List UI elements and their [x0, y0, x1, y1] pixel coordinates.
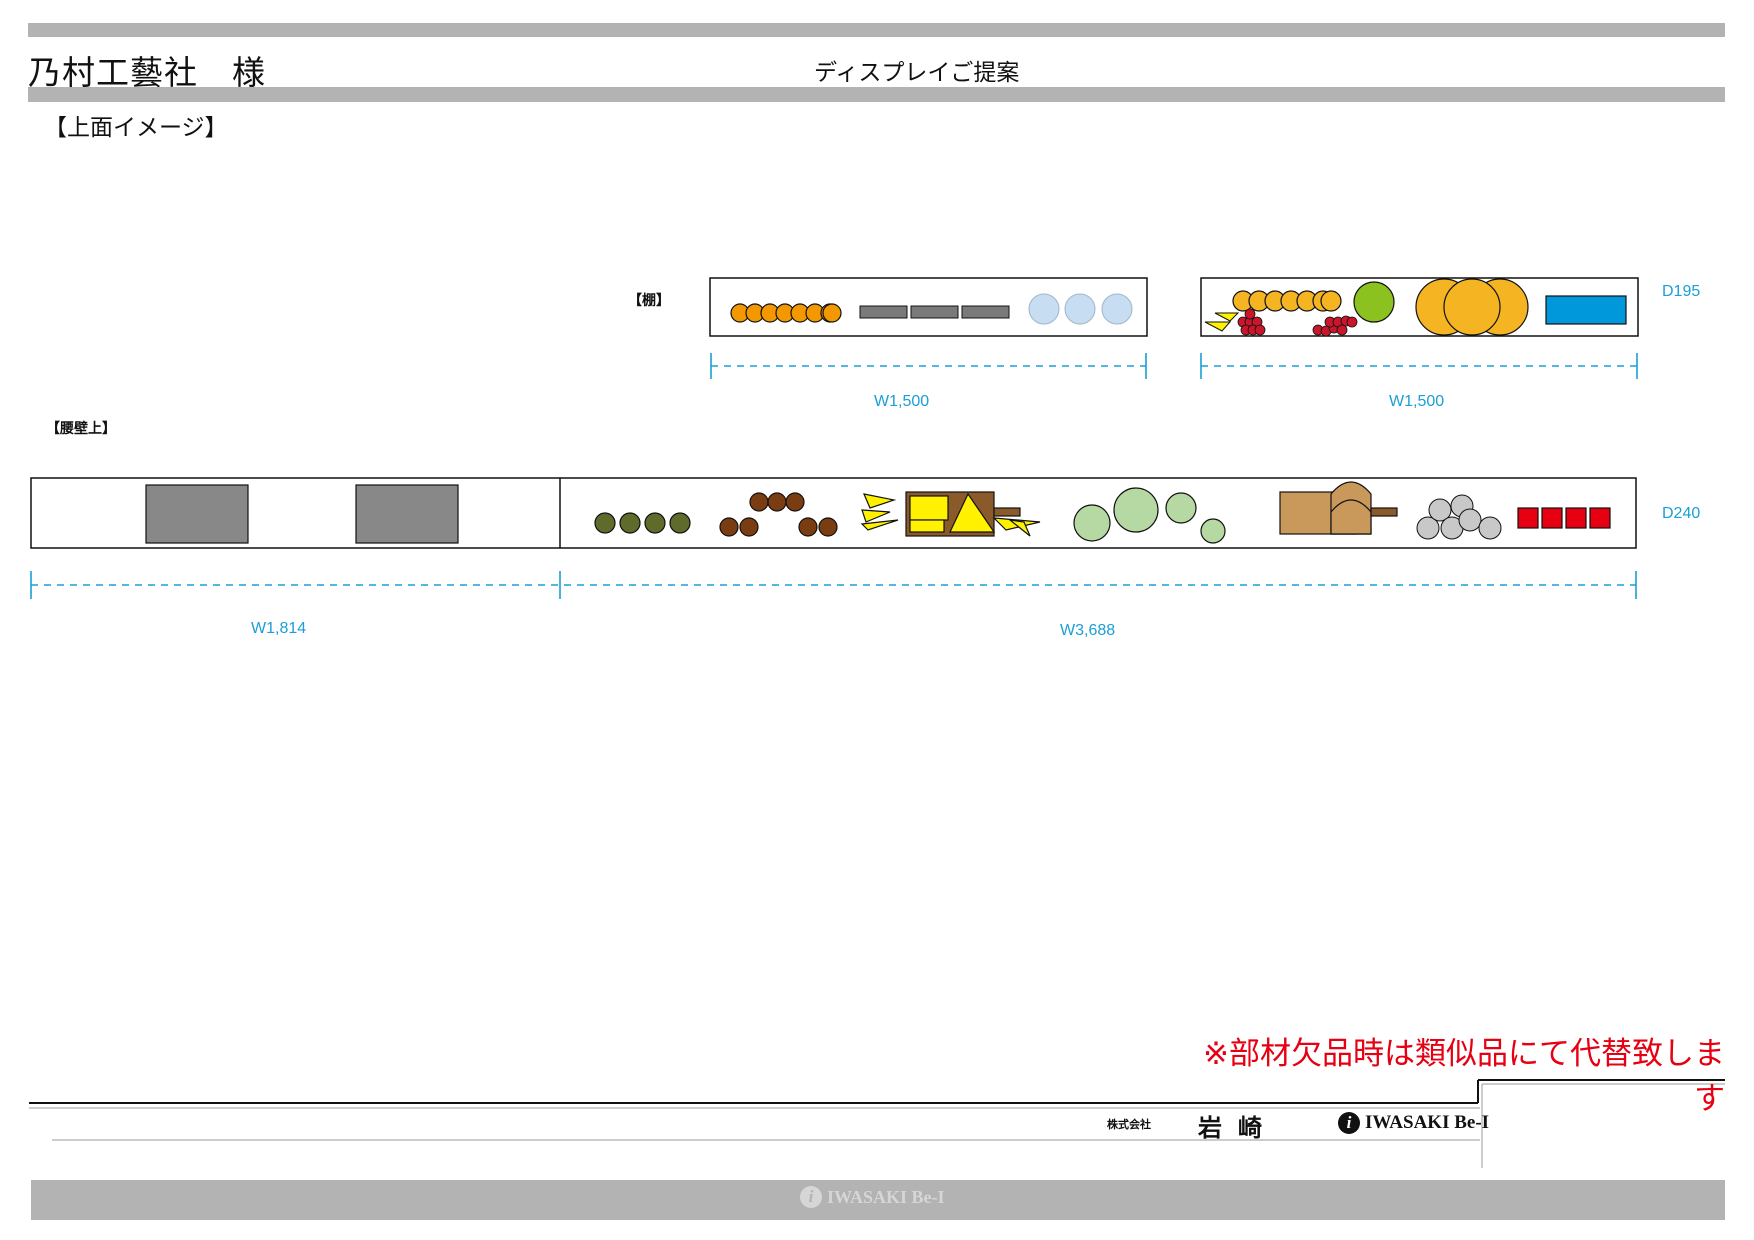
company-prefix: 株式会社 [1107, 1118, 1151, 1131]
footer-brand-text: IWASAKI Be-I [827, 1186, 945, 1207]
shelf-dimension-lines [710, 353, 1638, 379]
company-brand-logo: i IWASAKI Be-I [1338, 1112, 1489, 1134]
footer-brand-logo: i IWASAKI Be-I [800, 1186, 945, 1208]
substitution-notice: ※部材欠品時は類似品にて代替致します [1203, 1036, 1725, 1117]
large-orange-discs [1415, 278, 1529, 336]
gray-block-1 [145, 484, 249, 544]
blue-tray [1545, 295, 1627, 325]
shelf-unit-2 [1200, 277, 1639, 337]
gray-block-2 [355, 484, 459, 544]
brand-text: IWASAKI Be-I [1365, 1112, 1490, 1133]
green-melon [1353, 281, 1395, 323]
gray-bars [859, 305, 1010, 319]
shelf-unit-1 [709, 277, 1148, 337]
wainscot-unit [30, 477, 1637, 549]
company-name: 岩崎 [1198, 1114, 1278, 1142]
orange-row-2 [1232, 290, 1342, 312]
footer-i-logo-icon: i [800, 1186, 822, 1208]
i-logo-icon: i [1338, 1112, 1360, 1134]
wainscot-dimension-lines [30, 571, 1637, 599]
blue-plates [1028, 293, 1133, 325]
